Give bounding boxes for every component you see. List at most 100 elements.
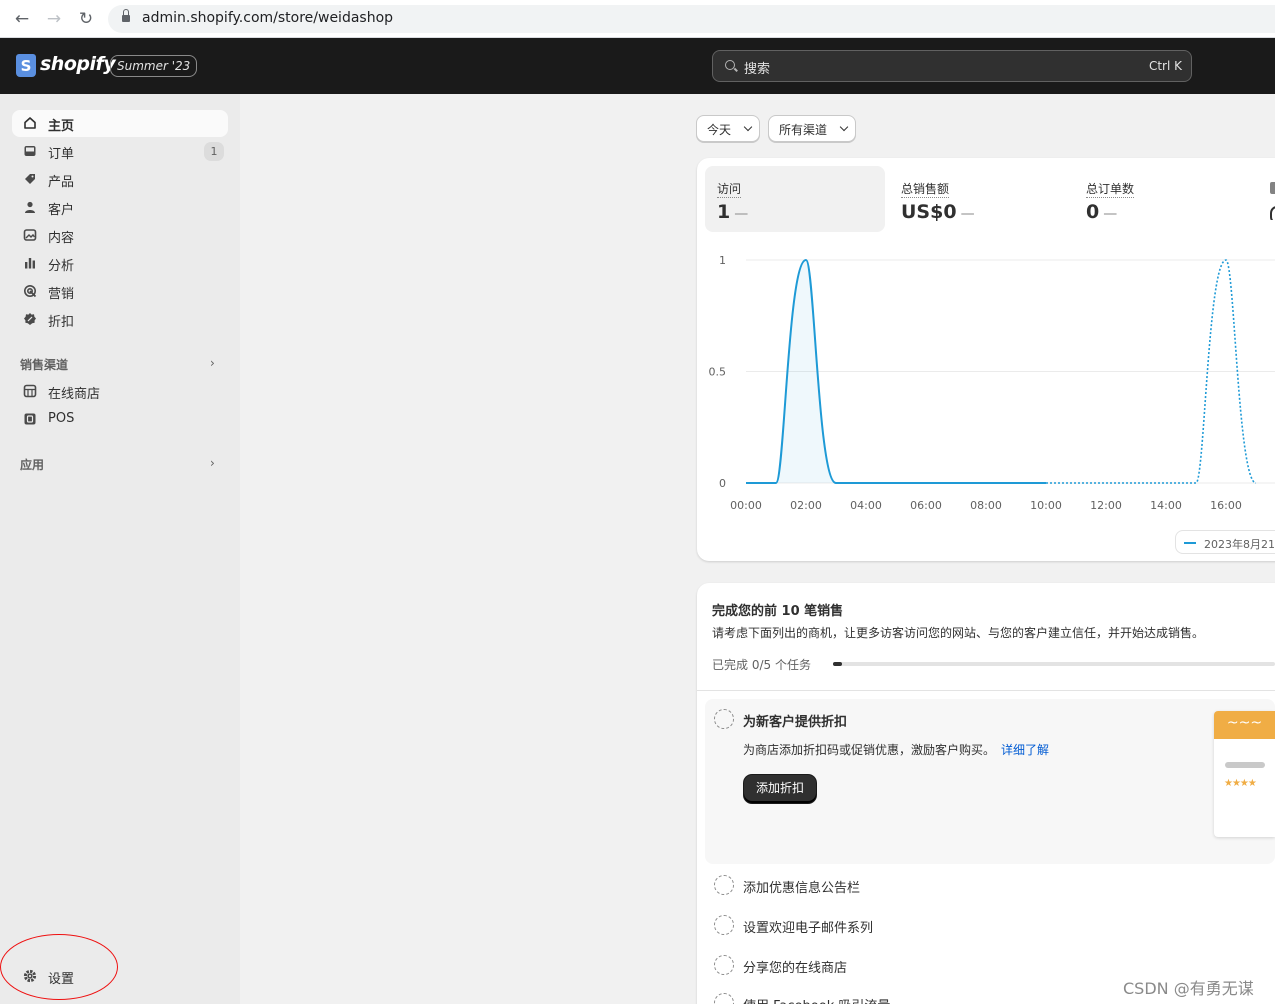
channel-filter-button[interactable]: 所有渠道 [768,115,856,142]
task-item[interactable]: 使用 Facebook 吸引流量 [743,995,890,1004]
edition-badge[interactable]: Summer '23 [110,55,198,77]
metric-value: 1— [717,201,749,223]
task-status-circle-icon[interactable] [714,955,734,975]
date-filter-label: 今天 [707,123,732,137]
task-item[interactable]: 添加优惠信息公告栏 [743,877,860,896]
shopify-logo-icon[interactable]: S [16,54,36,77]
sales-channels-heading[interactable]: 销售渠道 [20,356,68,373]
channel-filter-label: 所有渠道 [779,123,828,137]
address-bar[interactable]: admin.shopify.com/store/weidashop [108,5,1275,33]
task-status-circle-icon[interactable] [714,709,734,729]
sidebar-item-label: 订单 [48,147,75,162]
sidebar-item-online-store[interactable]: 在线商店 [12,378,228,405]
metric-value: 0— [1086,201,1118,223]
x-tick-label: 16:00 [1210,499,1242,512]
chart-legend[interactable]: 2023年8月21日 [1175,530,1275,554]
reload-icon[interactable]: ↻ [76,9,96,29]
learn-more-link[interactable]: 详细了解 [1001,743,1049,757]
forward-icon[interactable]: → [44,9,64,29]
progress-label: 已完成 0/5 个任务 [712,658,811,672]
y-tick-label: 0 [719,477,726,490]
discount-icon [22,312,38,328]
task-title[interactable]: 为新客户提供折扣 [743,711,847,730]
chevron-down-icon [839,122,849,132]
pos-icon [22,412,38,428]
home-icon [22,116,38,132]
x-tick-label: 00:00 [730,499,762,512]
x-tick-label: 14:00 [1150,499,1182,512]
image-icon [22,228,38,244]
sidebar-item-label: 内容 [48,231,75,246]
date-filter-button[interactable]: 今天 [696,115,760,142]
watermark: CSDN @有勇无谋 [1123,979,1254,998]
sidebar-item-content[interactable]: 内容 [12,222,228,249]
search-placeholder: 搜索 [744,62,771,77]
chevron-right-icon[interactable]: › [210,456,215,470]
x-tick-label: 02:00 [790,499,822,512]
metric-label: 访问 [717,182,742,198]
task-item[interactable]: 设置欢迎电子邮件系列 [743,917,873,936]
bar-chart-icon [22,256,38,272]
sidebar-item-products[interactable]: 产品 [12,166,228,193]
progress-bar [833,662,1275,666]
metric-total-sales[interactable]: 总销售额 US$0— [889,166,1069,232]
progress-fill [833,662,842,666]
sidebar-item-pos[interactable]: POS [12,406,228,433]
browser-toolbar: ← → ↻ admin.shopify.com/store/weidashop [0,0,1275,38]
sidebar-item-label: 营销 [48,287,75,302]
sidebar-item-label: 折扣 [48,315,75,330]
person-icon [22,200,38,216]
x-tick-label: 12:00 [1090,499,1122,512]
metric-total-orders[interactable]: 总订单数 0— [1074,166,1254,232]
x-tick-label: 04:00 [850,499,882,512]
sidebar-item-orders[interactable]: 订单 1 [12,138,228,165]
metric-value: US$0— [901,201,975,223]
sidebar-item-label: 在线商店 [48,387,101,402]
visits-line-chart: 0 0.5 1 00:00 02:00 04:00 06:00 08:00 10:00 12:0… [709,254,1275,512]
metric-overflow-hint [1270,180,1275,220]
sidebar-item-discounts[interactable]: 折扣 [12,306,228,333]
task-status-circle-icon[interactable] [714,875,734,895]
sidebar-item-label: 主页 [48,119,75,134]
sidebar-item-label: 分析 [48,259,75,274]
add-discount-button[interactable]: 添加折扣 [744,775,816,803]
chevron-down-icon [743,122,753,132]
inbox-icon [22,144,38,160]
task-description: 为商店添加折扣码或促销优惠，激励客户购买。 详细了解 [743,743,1050,757]
onboarding-title: 完成您的前 10 笔销售 [712,604,844,619]
sidebar-item-home[interactable]: 主页 [12,110,228,137]
wave-icon: ~~~ [1214,711,1275,739]
annotation-circle [0,934,118,1000]
legend-swatch [1184,542,1196,544]
stars-icon: ★★★★ [1224,778,1257,789]
y-tick-label: 0.5 [709,366,727,379]
chevron-right-icon[interactable]: › [210,356,215,370]
task-status-circle-icon[interactable] [714,915,734,935]
legend-label: 2023年8月21日 [1204,538,1275,551]
metric-label: 总订单数 [1086,182,1135,198]
store-icon [22,384,38,400]
sidebar-item-label: 产品 [48,175,75,190]
orders-count-badge: 1 [204,142,224,161]
discount-illustration: ~~~ ★★★★ [1214,711,1275,837]
task-item[interactable]: 分享您的在线商店 [743,957,847,976]
sidebar-item-customers[interactable]: 客户 [12,194,228,221]
tag-icon [22,172,38,188]
sidebar-item-label: 客户 [48,203,75,218]
onboarding-subtitle: 请考虑下面列出的商机，让更多访客访问您的网站、与您的客户建立信任，并开始达成销售… [712,626,1205,640]
metric-visits[interactable]: 访问 1— [705,166,885,232]
lock-icon [122,9,130,23]
x-tick-label: 06:00 [910,499,942,512]
shopify-wordmark[interactable]: shopify [40,53,116,75]
search-icon [725,60,735,70]
divider [697,690,1275,691]
search-shortcut: Ctrl K [1148,59,1182,73]
back-icon[interactable]: ← [12,9,32,29]
apps-heading[interactable]: 应用 [20,456,44,473]
search-input[interactable]: 搜索 Ctrl K [712,50,1192,82]
y-tick-label: 1 [719,254,726,267]
sidebar-item-label: POS [48,411,75,426]
sidebar-item-marketing[interactable]: 营销 [12,278,228,305]
sidebar-item-analytics[interactable]: 分析 [12,250,228,277]
metric-label: 总销售额 [901,182,950,198]
